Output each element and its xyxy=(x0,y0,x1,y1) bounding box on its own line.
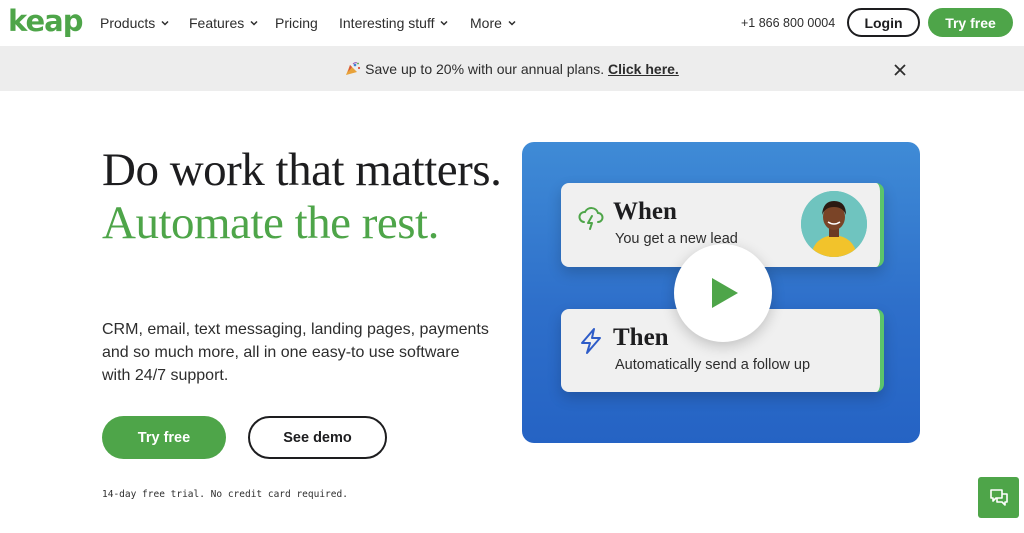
nav-item-more[interactable]: More xyxy=(470,15,517,31)
hero-try-free-button[interactable]: Try free xyxy=(102,416,226,459)
phone-number-link[interactable]: +1 866 800 0004 xyxy=(741,16,835,30)
headline-dark-text: Do work that matters. xyxy=(102,144,502,196)
see-demo-button[interactable]: See demo xyxy=(248,416,387,459)
trial-note: 14-day free trial. No credit card requir… xyxy=(102,489,348,500)
hero-subtext: CRM, email, text messaging, landing page… xyxy=(102,321,489,384)
nav-item-label: Interesting stuff xyxy=(339,15,435,31)
banner-click-here-link[interactable]: Click here. xyxy=(608,61,679,77)
nav-item-features[interactable]: Features xyxy=(189,15,259,31)
banner-text: Save up to 20% with our annual plans. xyxy=(365,61,605,77)
party-popper-icon xyxy=(346,62,361,75)
play-icon xyxy=(712,278,738,308)
nav-item-pricing[interactable]: Pricing xyxy=(275,15,318,31)
chat-widget-button[interactable] xyxy=(978,477,1019,518)
chevron-down-icon xyxy=(250,20,258,26)
avatar xyxy=(801,191,867,257)
lightning-bolt-icon xyxy=(581,328,601,354)
headline-green-text: Automate the rest. xyxy=(102,197,439,249)
nav-item-label: Products xyxy=(100,15,156,31)
nav-try-free-button[interactable]: Try free xyxy=(928,8,1013,37)
top-nav: keap Products Features Pricing Interesti… xyxy=(0,0,1024,46)
chevron-down-icon xyxy=(161,20,169,26)
nav-item-label: Features xyxy=(189,15,245,31)
promo-banner: Save up to 20% with our annual plans. Cl… xyxy=(0,46,1024,91)
then-title: Then xyxy=(613,324,669,351)
nav-item-label: Pricing xyxy=(275,15,318,31)
keap-logo[interactable]: keap xyxy=(8,6,84,36)
nav-item-label: More xyxy=(470,15,502,31)
nav-item-products[interactable]: Products xyxy=(100,15,170,31)
chevron-down-icon xyxy=(440,20,448,26)
chevron-down-icon xyxy=(508,20,516,26)
then-subtitle: Automatically send a follow up xyxy=(615,357,811,373)
when-title: When xyxy=(613,198,677,225)
chat-icon xyxy=(989,488,1008,506)
hero-headline: Do work that matters. Automate the rest. xyxy=(102,144,522,250)
banner-message: Save up to 20% with our annual plans. Cl… xyxy=(0,61,1024,77)
person-portrait-icon xyxy=(801,191,867,257)
login-button[interactable]: Login xyxy=(847,8,920,37)
close-icon[interactable] xyxy=(892,62,908,78)
nav-item-interesting-stuff[interactable]: Interesting stuff xyxy=(339,15,449,31)
video-panel[interactable]: When You get a new lead Then Automatical… xyxy=(522,142,920,443)
play-button[interactable] xyxy=(674,244,772,342)
cloud-lightning-icon xyxy=(578,207,604,230)
